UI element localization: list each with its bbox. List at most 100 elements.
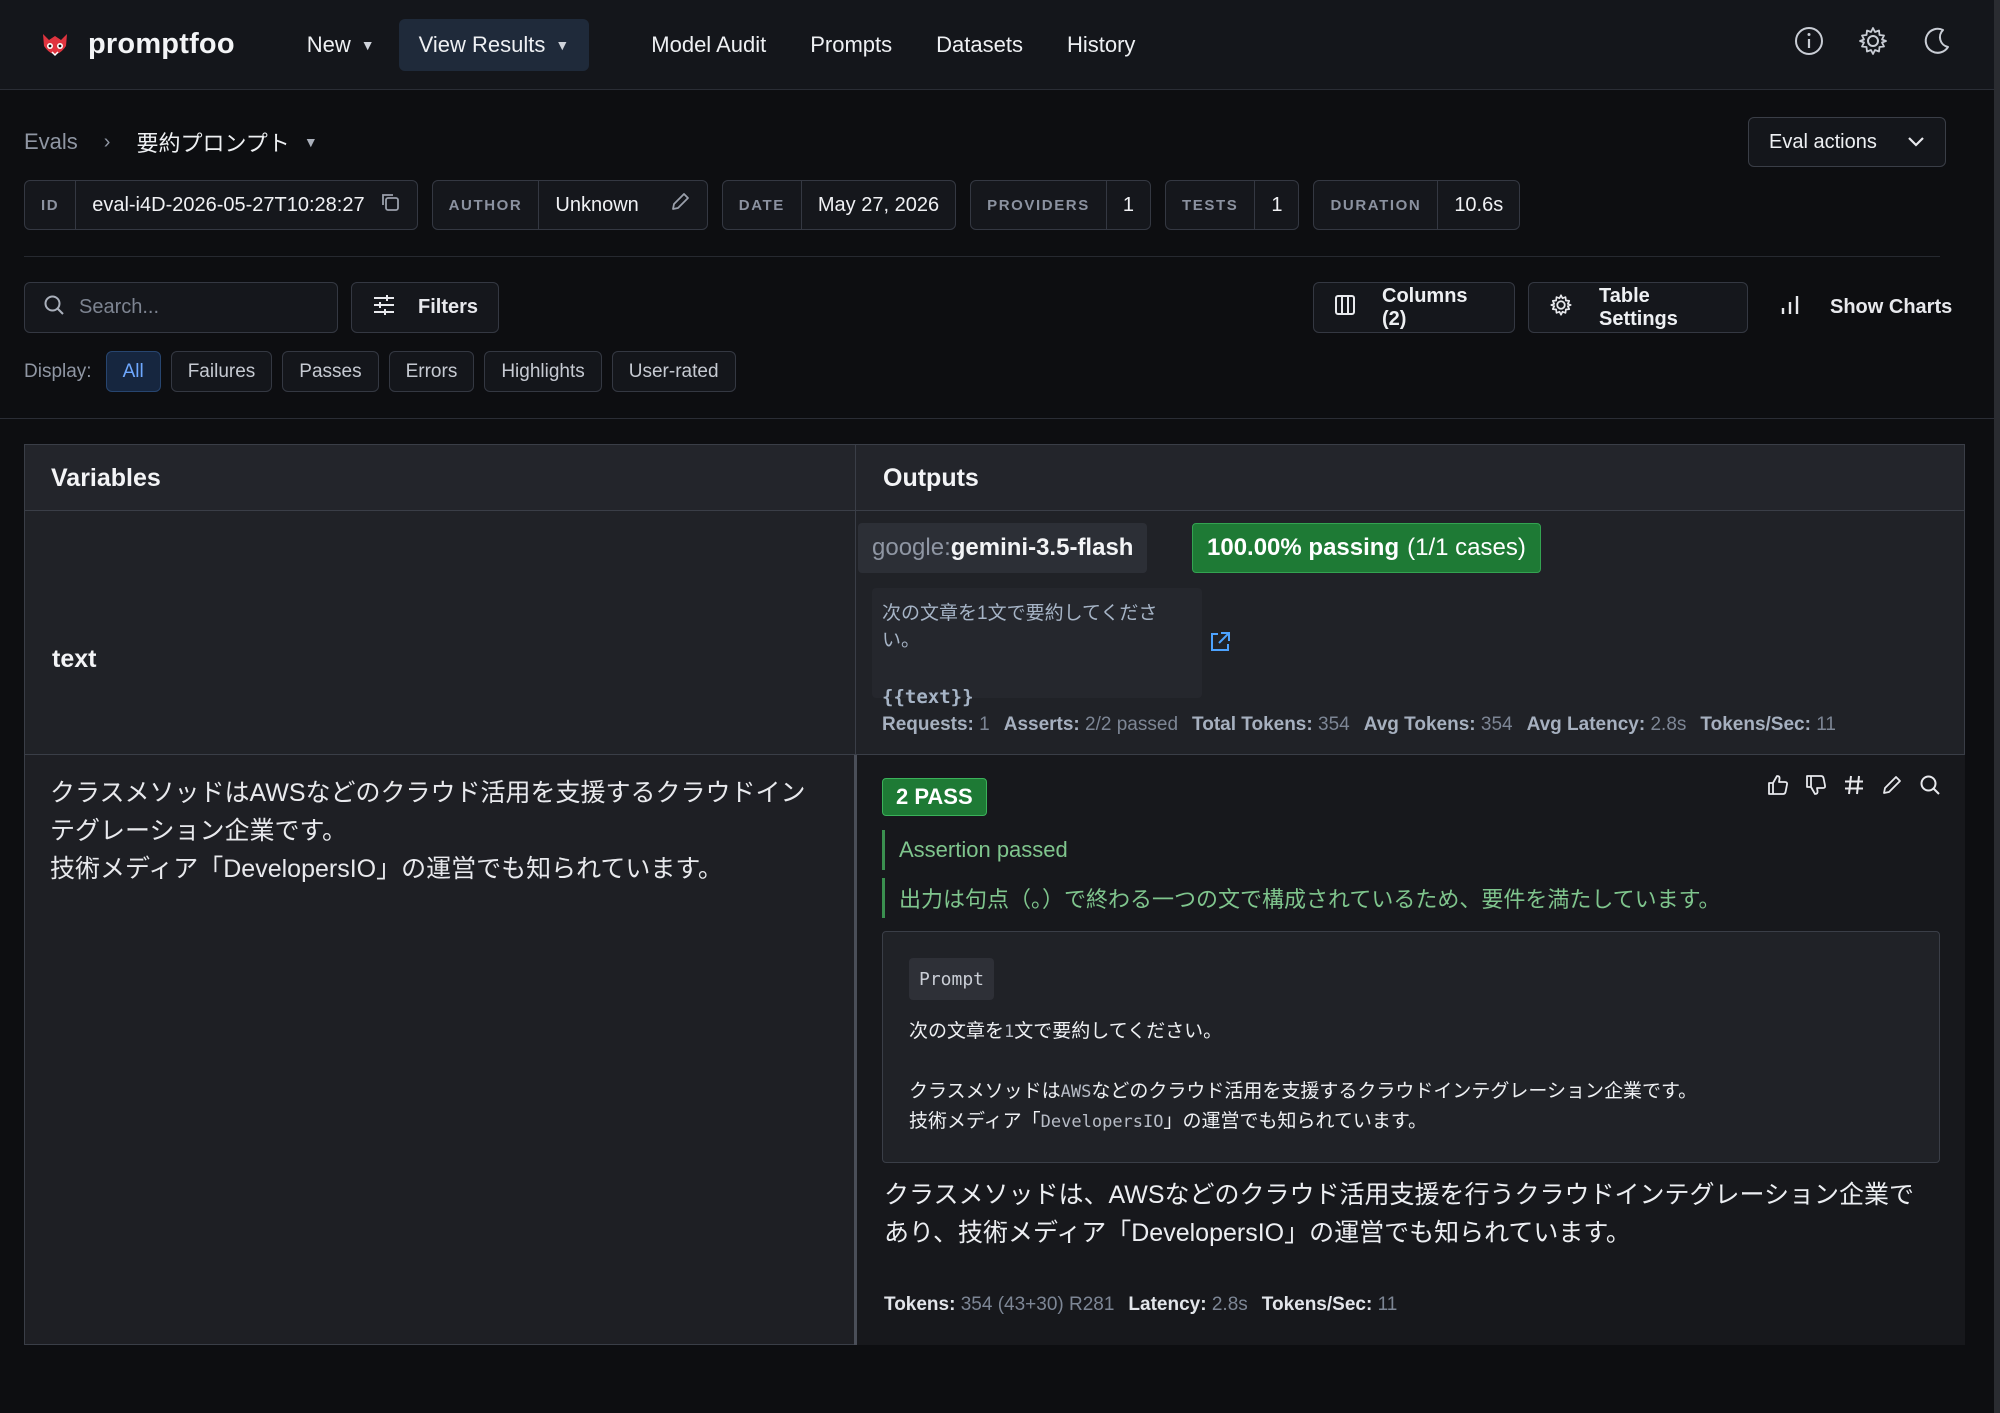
meta-date-value: May 27, 2026 (817, 193, 940, 216)
meta-tests-value: 1 (1271, 193, 1283, 216)
nav-history[interactable]: History (1047, 19, 1155, 71)
sliders-icon (372, 294, 396, 322)
prompt-preview-variable: {{text}} (882, 686, 974, 708)
column-divider (855, 445, 856, 755)
meta-date: DATE May 27, 2026 (721, 180, 957, 230)
top-navigation: promptfoo New ▼ View Results ▼ Model Audit… (0, 0, 1994, 90)
info-icon[interactable] (1792, 24, 1826, 58)
eval-actions-button[interactable]: Eval actions (1748, 117, 1946, 167)
search-box[interactable] (24, 282, 338, 333)
pass-badge: 2 PASS (882, 778, 987, 816)
stat-asserts: Asserts: 2/2 passed (1003, 714, 1179, 735)
moon-icon[interactable] (1920, 24, 1954, 58)
search-icon[interactable] (1918, 772, 1942, 798)
assertion-status: Assertion passed (882, 830, 1068, 870)
show-charts-label: Show Charts (1830, 296, 1953, 318)
thumbs-down-icon[interactable] (1804, 772, 1828, 798)
nav-datasets[interactable]: Datasets (916, 19, 1043, 71)
display-filter: Display: All Failures Passes Errors High… (24, 351, 736, 392)
gear-icon[interactable] (1856, 24, 1890, 58)
nav-new-label: New (306, 31, 351, 57)
column-stats: Requests: 1 Asserts: 2/2 passed Total To… (882, 714, 1836, 736)
display-label: Display: (24, 360, 92, 382)
stat-latency: Latency: 2.8s (1128, 1294, 1248, 1315)
meta-duration: DURATION 10.6s (1313, 180, 1521, 230)
breadcrumb-evals[interactable]: Evals (24, 129, 78, 155)
prompt-tag: Prompt (909, 958, 995, 1000)
passing-rate-badge: 100.00% passing (1/1 cases) (1192, 523, 1541, 573)
display-errors[interactable]: Errors (388, 351, 475, 392)
nav-model-audit[interactable]: Model Audit (631, 19, 786, 71)
prompt-preview[interactable]: 次の文章を1文で要約してください。 {{text}} (872, 588, 1202, 708)
variable-value-line: クラスメソッドはAWSなどのクラウド活用を支援するクラウドインテグレーション企業… (50, 779, 806, 845)
table-settings-button[interactable]: Table Settings (1528, 282, 1748, 333)
nav-history-label: History (1066, 31, 1136, 57)
prompt-line: 技術メディア「DevelopersIO」の運営でも知られています。 (909, 1111, 1428, 1132)
divider (24, 256, 1940, 257)
columns-button[interactable]: Columns (2) (1313, 282, 1515, 333)
show-charts-button[interactable]: Show Charts (1780, 282, 1952, 333)
table-header-row: Variables Outputs (25, 445, 1964, 511)
prompt-box: Prompt 次の文章を1文で要約してください。 クラスメソッドはAWSなどのク… (882, 931, 1940, 1163)
nav-prompts-label: Prompts (810, 31, 893, 57)
display-failures[interactable]: Failures (170, 351, 273, 392)
meta-id-label: ID (25, 181, 77, 229)
thumbs-up-icon[interactable] (1766, 772, 1790, 798)
variable-value-cell: クラスメソッドはAWSなどのクラウド活用を支援するクラウドインテグレーション企業… (50, 774, 820, 888)
stat-tokens: Tokens: 354 (43+30) R281 (884, 1294, 1115, 1315)
breadcrumb-current-eval[interactable]: 要約プロンプト (136, 126, 289, 158)
output-stats: Tokens: 354 (43+30) R281 Latency: 2.8s T… (884, 1294, 1397, 1316)
window-scrollbar[interactable] (1994, 0, 2000, 1413)
divider (0, 418, 1994, 419)
variable-value-line: 技術メディア「DevelopersIO」の運営でも知られています。 (50, 855, 723, 883)
search-input[interactable] (79, 296, 299, 319)
chevron-down-icon[interactable]: ▼ (304, 134, 318, 150)
display-highlights[interactable]: Highlights (484, 351, 602, 392)
external-link-icon[interactable] (1208, 630, 1232, 659)
pencil-icon[interactable] (669, 191, 691, 219)
prompt-body: 次の文章を1文で要約してください。 クラスメソッドはAWSなどのクラウド活用を支… (909, 1017, 1697, 1137)
stat-avg-tokens: Avg Tokens: 354 (1363, 714, 1513, 735)
meta-id: ID eval-i4D-2026-05-27T10:28:27 (24, 180, 418, 230)
stat-avg-latency: Avg Latency: 2.8s (1526, 714, 1687, 735)
meta-author-label: AUTHOR (433, 181, 540, 229)
filters-label: Filters (418, 296, 479, 318)
hash-icon[interactable] (1842, 772, 1866, 798)
stat-total-tokens: Total Tokens: 354 (1192, 714, 1350, 735)
prompt-line: クラスメソッドはAWSなどのクラウド活用を支援するクラウドインテグレーション企業… (909, 1081, 1698, 1102)
chevron-down-icon: ▼ (360, 36, 375, 53)
nav-prompts[interactable]: Prompts (790, 19, 912, 71)
header-outputs[interactable]: Outputs (857, 445, 979, 511)
meta-providers-label: PROVIDERS (971, 181, 1107, 229)
filters-button[interactable]: Filters (351, 282, 499, 333)
copy-icon[interactable] (379, 191, 401, 219)
variable-name-text: text (52, 644, 97, 673)
breadcrumb: Evals › 要約プロンプト ▼ (24, 126, 318, 158)
columns-icon (1334, 294, 1356, 322)
nav-model-audit-label: Model Audit (651, 31, 767, 57)
table-settings-label: Table Settings (1599, 284, 1678, 330)
brand[interactable]: promptfoo (38, 28, 235, 62)
columns-label: Columns (2) (1382, 284, 1468, 330)
nav-view-results[interactable]: View Results ▼ (398, 18, 590, 71)
stat-tokens-sec: Tokens/Sec: 11 (1700, 714, 1836, 735)
cell-actions (1766, 772, 1942, 798)
nav-view-results-label: View Results (418, 31, 546, 57)
meta-duration-value: 10.6s (1454, 193, 1504, 216)
prompt-line: 次の文章を1文で要約してください。 (909, 1021, 1223, 1042)
pencil-icon[interactable] (1880, 772, 1904, 798)
meta-duration-label: DURATION (1314, 181, 1439, 229)
display-passes[interactable]: Passes (282, 351, 379, 392)
eval-actions-label: Eval actions (1769, 130, 1877, 153)
display-all[interactable]: All (105, 351, 161, 392)
meta-tests-label: TESTS (1166, 181, 1256, 229)
bar-chart-icon (1780, 294, 1800, 322)
meta-author-value: Unknown (555, 193, 639, 216)
meta-date-label: DATE (723, 181, 802, 229)
nav-new[interactable]: New ▼ (287, 19, 395, 71)
provider-prefix: google: (872, 534, 951, 561)
eval-metadata: ID eval-i4D-2026-05-27T10:28:27 AUTHOR U… (24, 180, 1521, 230)
header-variables[interactable]: Variables (25, 445, 161, 511)
display-user-rated[interactable]: User-rated (611, 351, 736, 392)
meta-author: AUTHOR Unknown (431, 180, 708, 230)
